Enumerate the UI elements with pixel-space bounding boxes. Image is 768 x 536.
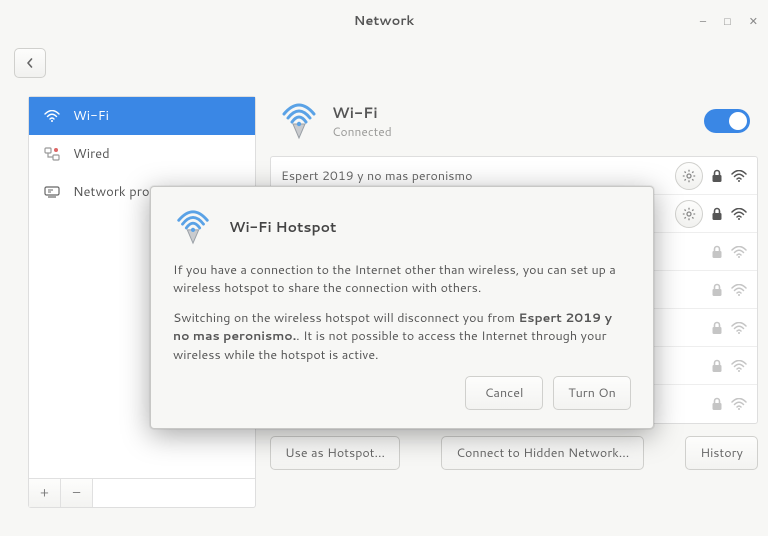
dialog-body: If you have a connection to the Internet…	[173, 261, 631, 364]
wifi-antenna-icon	[173, 207, 213, 247]
modal-overlay: Wi-Fi Hotspot If you have a connection t…	[0, 0, 768, 536]
turn-on-button[interactable]: Turn On	[553, 376, 631, 410]
dialog-paragraph-2: Switching on the wireless hotspot will d…	[173, 309, 631, 363]
dialog-title: Wi-Fi Hotspot	[229, 217, 336, 237]
hotspot-dialog: Wi-Fi Hotspot If you have a connection t…	[150, 186, 654, 429]
dialog-paragraph-1: If you have a connection to the Internet…	[173, 261, 631, 297]
cancel-button[interactable]: Cancel	[465, 376, 543, 410]
